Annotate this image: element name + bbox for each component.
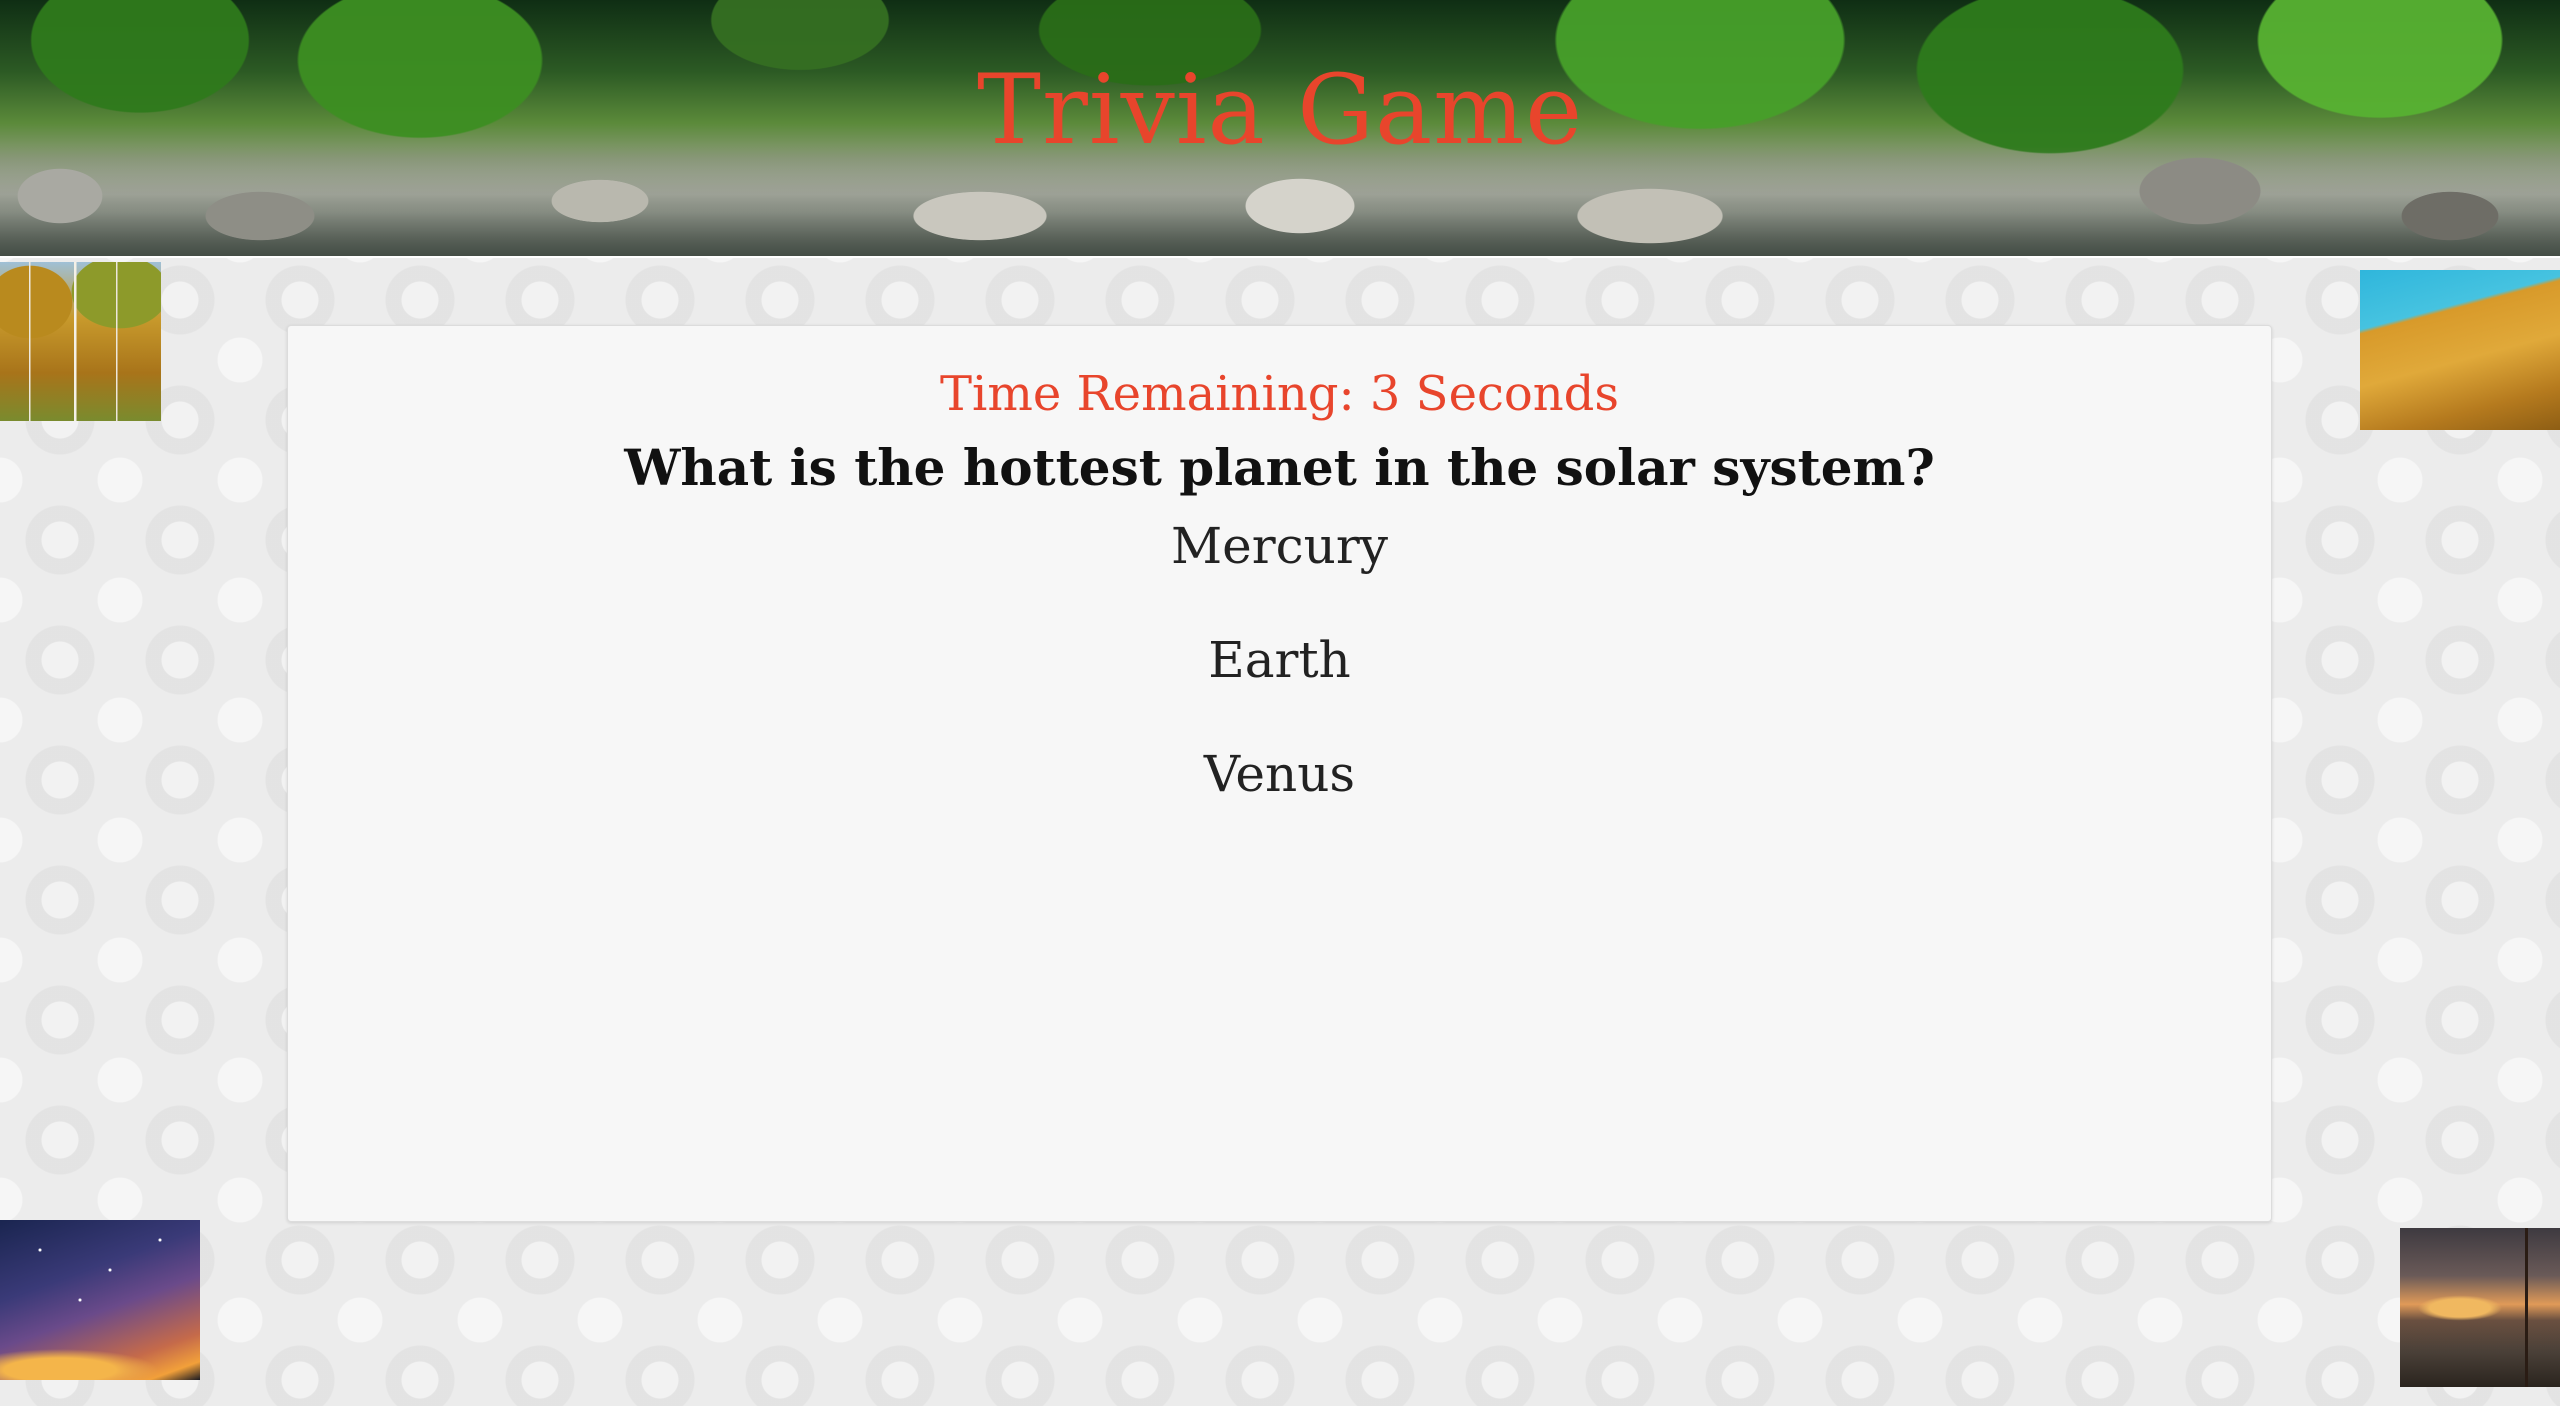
question-text: What is the hottest planet in the solar … bbox=[624, 437, 1935, 497]
answer-option[interactable]: Mercury bbox=[1161, 516, 1398, 576]
quiz-panel: Time Remaining: 3 Seconds What is the ho… bbox=[287, 325, 2272, 1222]
page-title: Trivia Game bbox=[976, 54, 1584, 166]
golden-field-photo bbox=[2360, 270, 2560, 430]
lake-sunset-photo bbox=[2400, 1228, 2560, 1387]
time-remaining: Time Remaining: 3 Seconds bbox=[939, 366, 1620, 422]
autumn-forest-photo bbox=[0, 262, 161, 421]
header-banner: Trivia Game bbox=[0, 0, 2560, 258]
milky-way-photo bbox=[0, 1220, 200, 1380]
answer-list: Mercury Earth Venus bbox=[288, 516, 2271, 804]
answer-option[interactable]: Venus bbox=[1194, 744, 1365, 804]
answer-option[interactable]: Earth bbox=[1198, 630, 1361, 690]
